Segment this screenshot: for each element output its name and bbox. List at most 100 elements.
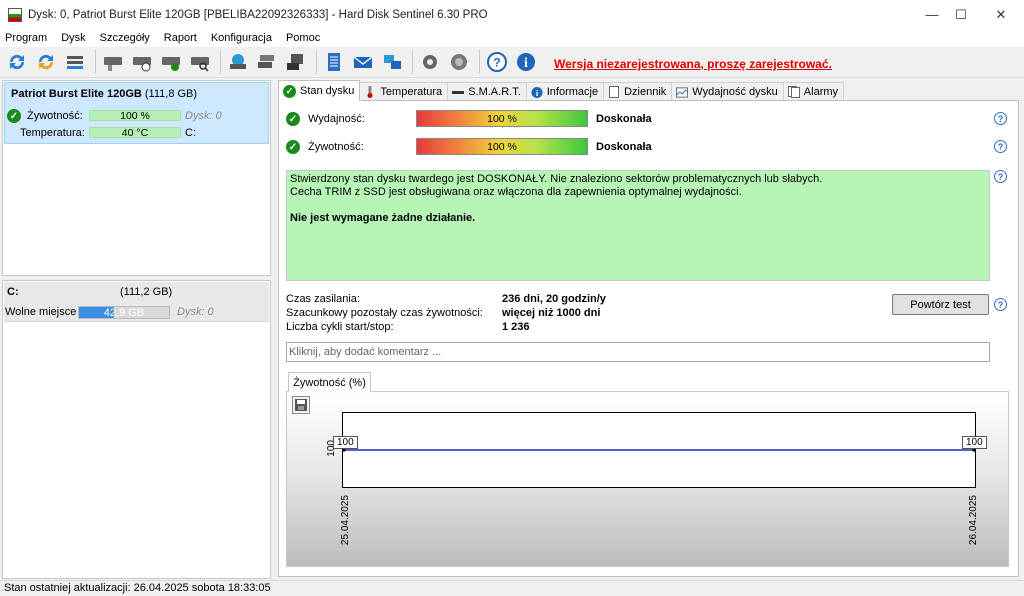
network-drive-icon[interactable] [225,49,251,75]
refresh-icon[interactable] [4,49,30,75]
tab-smart[interactable]: S.M.A.R.T. [447,82,527,101]
tab-temperature[interactable]: Temperatura [359,82,449,101]
retest-button[interactable]: Powtórz test [892,294,989,315]
menu-configuration[interactable]: Konfiguracja [204,32,279,44]
health-rating: Doskonała [596,141,652,153]
help-icon[interactable]: ? [994,298,1007,311]
volume-letter: C: [7,286,19,298]
health-line-svg [343,448,975,452]
disk-name: Patriot Burst Elite 120GB [11,88,142,100]
tab-label: Informacje [546,86,599,98]
title-bar: Dysk: 0, Patriot Burst Elite 120GB [PBEL… [0,0,1024,29]
tab-strip: ✓ Stan dysku Temperatura S.M.A.R.T. i In… [278,80,845,101]
toolbar-separator [95,50,96,74]
tab-health-history[interactable]: Żywotność (%) [288,372,371,392]
health-bar: 100 % [416,138,588,155]
disk-search-icon[interactable] [187,49,213,75]
menu-program[interactable]: Program [0,32,54,44]
app-icon [8,7,22,22]
refresh-all-icon[interactable] [33,49,59,75]
svg-text:i: i [524,56,528,71]
close-button[interactable]: ✕ [978,0,1024,29]
check-icon: ✓ [286,140,300,154]
info-icon[interactable]: i [513,49,539,75]
x-tick-label: 25.04.2025 [340,495,351,546]
comment-field[interactable]: Kliknij, aby dodać komentarz ... [286,342,990,362]
health-row: ✓ Żywotność: [7,109,83,123]
network-icon[interactable] [379,49,405,75]
tab-label: Dziennik [624,86,667,98]
toolbar-separator [316,50,317,74]
pages-icon [787,86,800,98]
tab-alerts[interactable]: Alarmy [782,82,845,101]
health-label: Żywotność: [27,110,83,122]
status-bar: Stan ostatniej aktualizacji: 26.04.2025 … [0,580,1024,596]
volume-card[interactable]: C: (111,2 GB) Wolne miejsce 42,9 GB Dysk… [4,282,269,322]
help-icon[interactable]: ? [484,49,510,75]
disk-list-icon[interactable] [62,49,88,75]
tab-label: Alarmy [803,86,839,98]
email-icon[interactable] [350,49,376,75]
external-drive-icon[interactable] [283,49,309,75]
remaining-life-label: Szacunkowy pozostały czas żywotności: [286,307,483,319]
tab-performance[interactable]: Wydajność dysku [671,82,784,101]
data-label: 100 [333,436,358,449]
help-icon[interactable]: ? [994,112,1007,125]
free-space-bar: 42,9 GB [78,306,170,319]
performance-bar: 100 % [416,110,588,127]
disk-stack-icon[interactable] [254,49,280,75]
check-icon: ✓ [286,112,300,126]
health-minibar: 100 % [89,110,181,121]
toolbar-separator [220,50,221,74]
settings-icon[interactable] [417,49,443,75]
status-message-line: Cecha TRIM z SSD jest obsługiwana oraz w… [290,186,742,198]
window-title: Dysk: 0, Patriot Burst Elite 120GB [PBEL… [28,8,488,21]
menu-help[interactable]: Pomoc [279,32,327,44]
power-on-value: 236 dni, 20 godzin/y [502,293,606,305]
volume-size: (111,2 GB) [120,286,173,298]
menu-disk[interactable]: Dysk [54,32,92,44]
status-message-line: Stwierdzony stan dysku twardego jest DOS… [290,173,823,185]
plot-area [342,412,976,488]
volume-disk-ref: Dysk: 0 [177,306,214,318]
tab-label: S.M.A.R.T. [468,86,521,98]
help-icon[interactable]: ? [994,140,1007,153]
disk-list-panel: Patriot Burst Elite 120GB (111,8 GB) ✓ Ż… [2,80,271,276]
tab-information[interactable]: i Informacje [525,82,605,101]
status-message-box: Stwierdzony stan dysku twardego jest DOS… [286,170,990,281]
disk-check-icon[interactable] [158,49,184,75]
remaining-life-value: więcej niż 1000 dni [502,307,601,319]
dash-icon [452,86,465,98]
temp-minibar: 40 °C [89,127,181,138]
free-space-value: 42,9 GB [103,307,145,319]
performance-rating: Doskonała [596,113,652,125]
disk-icon[interactable] [100,49,126,75]
health-disk-ref: Dysk: 0 [185,110,222,122]
check-icon: ✓ [7,109,21,123]
menu-details[interactable]: Szczegóły [93,32,157,44]
health-label: Żywotność: [308,141,364,153]
cycles-value: 1 236 [502,321,530,333]
toolbar: ? i [0,47,1024,78]
health-history-chart: 100 100 100 25.04.2025 26.04.2025 [286,391,1009,567]
page-icon [608,86,620,98]
tab-disk-status[interactable]: ✓ Stan dysku [278,80,361,101]
disk-card[interactable]: Patriot Burst Elite 120GB (111,8 GB) ✓ Ż… [4,82,269,144]
free-space-label: Wolne miejsce [5,306,77,318]
menu-report[interactable]: Raport [157,32,204,44]
help-icon[interactable]: ? [994,170,1007,183]
info-icon: i [531,86,543,98]
disk-status-panel: ✓ Wydajność: 100 % Doskonała ? ✓ Żywotno… [278,100,1019,577]
sound-icon[interactable] [446,49,472,75]
unregistered-link[interactable]: Wersja niezarejestrowana, proszę zarejes… [554,57,832,71]
tab-log[interactable]: Dziennik [603,82,673,101]
disk-clock-icon[interactable] [129,49,155,75]
temp-label: Temperatura: [20,127,85,139]
tab-label: Temperatura [380,86,443,98]
status-action: Nie jest wymagane żadne działanie. [290,212,476,224]
report-icon[interactable] [321,49,347,75]
disk-title: Patriot Burst Elite 120GB (111,8 GB) [11,88,197,100]
menu-bar: Program Dysk Szczegóły Raport Konfigurac… [0,29,1024,47]
save-icon[interactable] [292,396,310,414]
health-value: 100 % [487,141,517,153]
